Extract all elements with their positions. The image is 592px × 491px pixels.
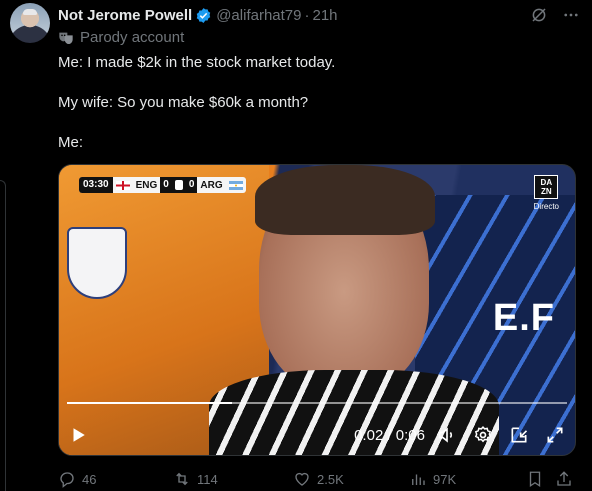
author-name[interactable]: Not Jerome Powell xyxy=(58,7,192,24)
play-icon[interactable] xyxy=(69,426,87,444)
broadcaster-logo: DA ZN Directo xyxy=(534,175,559,211)
separator-dot: · xyxy=(304,6,310,24)
live-label: Directo xyxy=(533,202,559,211)
verified-badge-icon xyxy=(196,7,211,23)
author-handle[interactable]: @alifarhat79 xyxy=(216,7,301,24)
video-progress-bar[interactable] xyxy=(67,402,567,404)
tweet-top-icons xyxy=(530,6,580,24)
away-score: 0 xyxy=(185,177,198,193)
tweet-line: My wife: So you make $60k a month? xyxy=(58,94,309,111)
tournament-icon xyxy=(171,177,186,193)
repost-button[interactable]: 114 xyxy=(173,470,218,488)
reply-icon xyxy=(60,472,74,488)
video-progress-fill xyxy=(67,402,232,404)
more-options-icon[interactable] xyxy=(562,6,580,24)
picture-in-picture-icon[interactable] xyxy=(509,425,529,445)
reply-count: 46 xyxy=(82,471,97,487)
dazn-logo-top: DA xyxy=(540,178,553,187)
views-chart-icon xyxy=(412,474,425,485)
share-button[interactable] xyxy=(555,470,573,488)
bookmark-button[interactable] xyxy=(526,470,544,488)
dazn-logo: DA ZN xyxy=(534,175,559,199)
video-controls: 0:02 / 0:06 xyxy=(59,415,575,455)
away-team: ARG xyxy=(200,179,223,191)
jersey-text: E.F xyxy=(492,297,555,339)
heart-icon xyxy=(295,472,309,486)
video-time: 0:02 / 0:06 xyxy=(354,426,425,444)
view-count: 97K xyxy=(433,471,457,487)
tweet-line: Me: I made $2k in the stock market today… xyxy=(58,54,336,71)
repost-count: 114 xyxy=(197,471,218,487)
avatar[interactable] xyxy=(10,3,50,43)
scorebug: 03:30 ENG 0 0 ARG xyxy=(79,177,246,193)
like-count: 2.5K xyxy=(317,471,344,487)
tweet-actions: 46 114 2.5K 97K xyxy=(58,469,578,489)
settings-gear-icon[interactable] xyxy=(473,425,493,445)
video-player[interactable]: E.F 03:30 ENG 0 0 ARG DA ZN Directo 0:02 … xyxy=(58,164,576,456)
england-flag-icon xyxy=(115,180,130,190)
tweet-header: Not Jerome Powell @alifarhat79 · 21h xyxy=(58,5,338,25)
match-clock: 03:30 xyxy=(79,177,113,193)
player-hair xyxy=(255,165,435,235)
parody-label-text: Parody account xyxy=(80,29,185,46)
argentina-flag-icon xyxy=(228,180,243,190)
volume-icon[interactable] xyxy=(437,425,457,445)
home-team: ENG xyxy=(135,179,158,191)
adjacent-column-edge xyxy=(0,180,6,491)
share-icon xyxy=(557,471,571,486)
tweet-text: Me: I made $2k in the stock market today… xyxy=(58,53,578,153)
views-button[interactable]: 97K xyxy=(409,470,456,488)
tweet-line: Me: xyxy=(58,134,84,151)
reply-button[interactable]: 46 xyxy=(58,470,96,488)
dazn-logo-bottom: ZN xyxy=(540,187,552,196)
bookmark-icon xyxy=(529,471,541,488)
theater-mask-icon xyxy=(59,32,73,44)
grok-icon[interactable] xyxy=(530,6,548,24)
fullscreen-icon[interactable] xyxy=(545,425,565,445)
parody-label: Parody account xyxy=(58,29,184,46)
england-crest xyxy=(67,227,127,299)
repost-icon xyxy=(176,472,188,486)
like-button[interactable]: 2.5K xyxy=(293,470,344,488)
home-score: 0 xyxy=(160,177,172,193)
post-time[interactable]: 21h xyxy=(312,7,337,24)
